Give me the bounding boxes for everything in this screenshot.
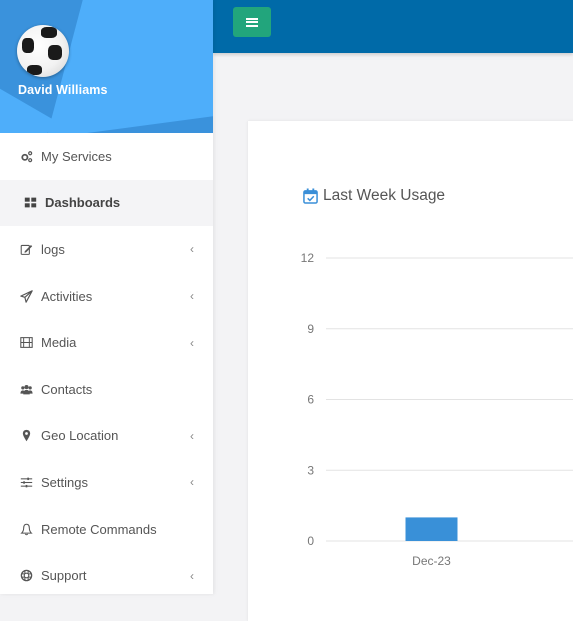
sidebar-item-label: Settings — [41, 474, 88, 490]
users-icon — [18, 381, 34, 397]
sidebar-item-label: logs — [41, 241, 65, 257]
bell-icon — [18, 521, 34, 537]
sidebar-item-support[interactable]: Support ‹ — [0, 552, 213, 599]
edit-icon — [18, 241, 34, 257]
sidebar-item-label: Contacts — [41, 381, 93, 397]
user-profile-header: David Williams — [0, 0, 213, 133]
cogs-icon — [18, 148, 34, 164]
chevron-left-icon[interactable]: ‹ — [190, 429, 194, 443]
life-ring-icon — [18, 568, 34, 584]
sidebar-item-geo-location[interactable]: Geo Location ‹ — [0, 413, 213, 460]
chevron-left-icon[interactable]: ‹ — [190, 336, 194, 350]
card-title: Last Week Usage — [303, 187, 445, 205]
main-content: Last Week Usage 0 3 6 9 12 Dec-23 — [213, 53, 573, 621]
sidebar-item-dashboards[interactable]: Dashboards — [0, 179, 213, 227]
card-title-text: Last Week Usage — [323, 187, 446, 204]
header-decoration — [46, 0, 213, 133]
y-tick-label: 3 — [307, 463, 314, 477]
sidebar-item-label: Support — [41, 568, 87, 584]
chevron-left-icon[interactable]: ‹ — [190, 475, 194, 489]
chevron-left-icon[interactable]: ‹ — [190, 242, 194, 256]
sidebar-item-contacts[interactable]: Contacts — [0, 366, 213, 413]
sidebar-menu: My Services Dashboards logs ‹ Activities ‹ Med… — [0, 133, 213, 599]
sidebar-item-my-services[interactable]: My Services — [0, 133, 213, 180]
sliders-icon — [18, 474, 34, 490]
th-large-icon — [22, 195, 38, 211]
y-tick-label: 9 — [307, 322, 314, 336]
sidebar-item-label: Media — [41, 335, 77, 351]
sidebar: David Williams My Services Dashboards logs… — [0, 0, 213, 594]
sidebar-item-label: Activities — [41, 288, 93, 304]
sidebar-item-remote-commands[interactable]: Remote Commands — [0, 506, 213, 553]
film-icon — [18, 335, 34, 351]
sidebar-item-activities[interactable]: Activities ‹ — [0, 273, 213, 320]
paper-plane-icon — [18, 288, 34, 304]
sidebar-toggle-button[interactable] — [233, 7, 271, 37]
top-navbar — [213, 0, 573, 53]
bar-dec-23[interactable] — [405, 517, 458, 541]
sidebar-item-settings[interactable]: Settings ‹ — [0, 459, 213, 506]
sidebar-item-label: My Services — [41, 148, 112, 164]
sidebar-item-label: Geo Location — [41, 428, 119, 444]
usage-card: Last Week Usage 0 3 6 9 12 Dec-23 — [248, 121, 573, 621]
chevron-left-icon[interactable]: ‹ — [190, 289, 194, 303]
sidebar-item-logs[interactable]: logs ‹ — [0, 226, 213, 273]
chevron-left-icon[interactable]: ‹ — [190, 569, 194, 583]
y-tick-label: 0 — [307, 534, 314, 548]
user-name: David Williams — [18, 83, 108, 97]
avatar[interactable] — [17, 25, 69, 77]
map-marker-icon — [18, 428, 34, 444]
calendar-check-icon — [303, 188, 318, 204]
y-tick-label: 6 — [307, 393, 314, 407]
hamburger-icon — [246, 16, 258, 28]
y-tick-label: 12 — [301, 251, 315, 265]
sidebar-item-media[interactable]: Media ‹ — [0, 319, 213, 366]
bar-chart: 0 3 6 9 12 Dec-23 — [301, 251, 573, 568]
x-tick-label: Dec-23 — [412, 554, 451, 568]
sidebar-item-label: Remote Commands — [41, 521, 157, 537]
usage-chart: 0 3 6 9 12 Dec-23 — [301, 236, 573, 576]
sidebar-item-label: Dashboards — [45, 195, 121, 211]
